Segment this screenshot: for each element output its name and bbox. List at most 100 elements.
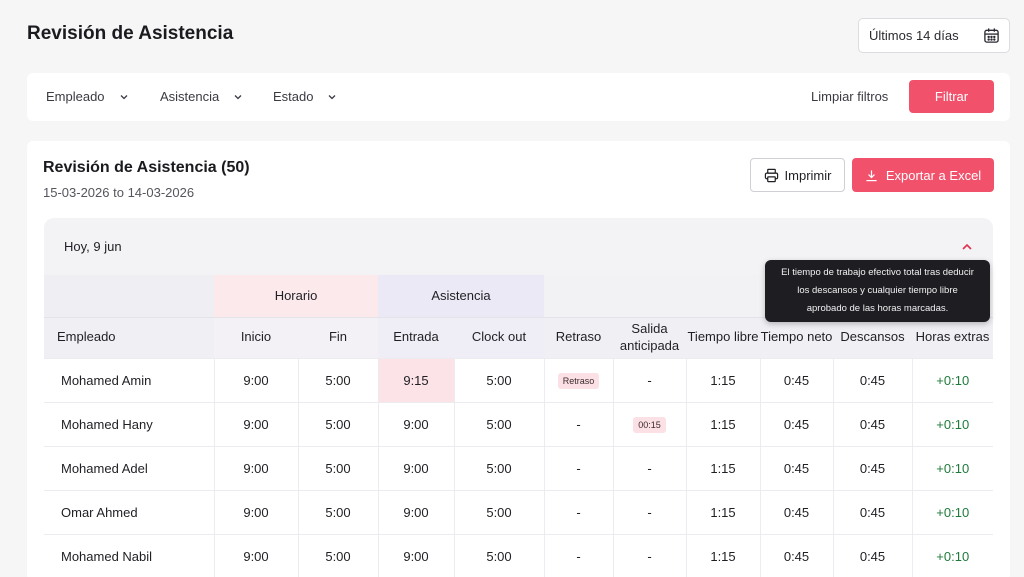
early-leave-cell: - <box>612 489 686 534</box>
column-header-clock-in[interactable]: Entrada <box>378 316 454 358</box>
clock-in-cell: 9:00 <box>377 489 454 534</box>
clock-out-cell: 5:00 <box>453 533 544 577</box>
net-time-cell: 0:45 <box>759 533 833 577</box>
clock-in-cell: 9:00 <box>377 533 454 577</box>
start-cell: 9:00 <box>213 445 298 490</box>
clock-out-cell: 5:00 <box>453 489 544 534</box>
print-button-label: Imprimir <box>784 167 832 183</box>
clock-in-cell: 9:00 <box>377 445 454 490</box>
column-header-late[interactable]: Retraso <box>544 316 613 358</box>
attendance-filter-label: Asistencia <box>160 89 220 104</box>
column-header-breaks[interactable]: Descansos <box>833 316 912 358</box>
net-time-cell: 0:45 <box>759 445 833 490</box>
date-range-subtitle: 15-03-2026 to 14-03-2026 <box>43 185 195 200</box>
clock-in-cell: 9:15 <box>377 357 454 402</box>
late-cell: - <box>543 445 613 490</box>
net-time-tooltip: El tiempo de trabajo efectivo total tras… <box>765 260 990 322</box>
employee-name: Mohamed Hany <box>44 401 214 446</box>
attendance-filter-dropdown[interactable]: Asistencia <box>160 89 243 104</box>
column-header-net-time[interactable]: Tiempo neto <box>760 316 833 358</box>
table-row[interactable]: Mohamed Adel 9:00 5:00 9:00 5:00 - - 1:1… <box>44 445 993 490</box>
breaks-cell: 0:45 <box>832 533 912 577</box>
overtime-cell: +0:10 <box>911 401 993 446</box>
print-button[interactable]: Imprimir <box>750 158 845 192</box>
overtime-cell: +0:10 <box>911 445 993 490</box>
end-cell: 5:00 <box>297 357 378 402</box>
table-row[interactable]: Mohamed Amin 9:00 5:00 9:15 5:00 Retraso… <box>44 357 993 402</box>
column-header-early-leave[interactable]: Salida anticipada <box>613 316 686 358</box>
net-time-cell: 0:45 <box>759 401 833 446</box>
column-header-end[interactable]: Fin <box>298 316 378 358</box>
printer-icon <box>764 168 778 182</box>
table-row[interactable]: Omar Ahmed 9:00 5:00 9:00 5:00 - - 1:15 … <box>44 489 993 534</box>
late-cell: Retraso <box>543 357 613 402</box>
end-cell: 5:00 <box>297 445 378 490</box>
apply-filter-button[interactable]: Filtrar <box>909 80 994 113</box>
status-filter-label: Estado <box>273 89 314 104</box>
breaks-cell: 0:45 <box>832 445 912 490</box>
column-header-overtime[interactable]: Horas extras <box>912 316 993 358</box>
overtime-cell: +0:10 <box>911 533 993 577</box>
clock-out-cell: 5:00 <box>453 357 544 402</box>
table-row[interactable]: Mohamed Nabil 9:00 5:00 9:00 5:00 - - 1:… <box>44 533 993 577</box>
employee-name: Omar Ahmed <box>44 489 214 534</box>
card-title: Revisión de Asistencia (50) <box>43 159 250 176</box>
free-time-cell: 1:15 <box>685 445 760 490</box>
employee-filter-dropdown[interactable]: Empleado <box>46 89 129 104</box>
employee-name: Mohamed Nabil <box>44 533 214 577</box>
export-excel-button[interactable]: Exportar a Excel <box>852 158 994 192</box>
chevron-up-icon[interactable] <box>961 241 973 253</box>
free-time-cell: 1:15 <box>685 489 760 534</box>
free-time-cell: 1:15 <box>685 533 760 577</box>
column-header-start[interactable]: Inicio <box>214 316 298 358</box>
page-title: Revisión de Asistencia <box>27 23 234 44</box>
status-filter-dropdown[interactable]: Estado <box>273 89 337 104</box>
free-time-cell: 1:15 <box>685 357 760 402</box>
employee-filter-label: Empleado <box>46 89 105 104</box>
early-leave-cell: - <box>612 533 686 577</box>
net-time-cell: 0:45 <box>759 489 833 534</box>
end-cell: 5:00 <box>297 489 378 534</box>
chevron-down-icon <box>120 94 128 99</box>
group-header-schedule: Horario <box>214 275 378 317</box>
early-leave-cell: 00:15 <box>612 401 686 446</box>
net-time-cell: 0:45 <box>759 357 833 402</box>
clock-out-cell: 5:00 <box>453 401 544 446</box>
column-header-clock-out[interactable]: Clock out <box>454 316 544 358</box>
filter-bar: Empleado Asistencia Estado Limpiar filtr… <box>27 73 1010 121</box>
table-row[interactable]: Mohamed Hany 9:00 5:00 9:00 5:00 - 00:15… <box>44 401 993 446</box>
column-header-employee[interactable]: Empleado <box>44 316 214 358</box>
chevron-down-icon <box>234 94 242 99</box>
group-header-empty <box>44 275 214 317</box>
column-header-free-time[interactable]: Tiempo libre <box>686 316 760 358</box>
early-leave-badge: 00:15 <box>633 416 666 433</box>
download-icon <box>866 169 877 181</box>
chevron-down-icon <box>329 94 336 99</box>
tooltip-line: El tiempo de trabajo efectivo total tras… <box>781 267 974 278</box>
breaks-cell: 0:45 <box>832 489 912 534</box>
late-cell: - <box>543 489 613 534</box>
end-cell: 5:00 <box>297 533 378 577</box>
breaks-cell: 0:45 <box>832 401 912 446</box>
attendance-review-card: Revisión de Asistencia (50) 15-03-2026 t… <box>27 141 1010 577</box>
start-cell: 9:00 <box>213 401 298 446</box>
date-range-picker[interactable]: Últimos 14 días <box>858 18 1010 53</box>
breaks-cell: 0:45 <box>832 357 912 402</box>
clock-out-cell: 5:00 <box>453 445 544 490</box>
clear-filters-button[interactable]: Limpiar filtros <box>811 89 888 104</box>
start-cell: 9:00 <box>213 489 298 534</box>
day-label: Hoy, 9 jun <box>64 239 122 254</box>
export-button-label: Exportar a Excel <box>885 167 982 183</box>
late-badge: Retraso <box>557 372 600 389</box>
early-leave-cell: - <box>612 357 686 402</box>
start-cell: 9:00 <box>213 357 298 402</box>
clock-in-cell: 9:00 <box>377 401 454 446</box>
late-cell: - <box>543 401 613 446</box>
early-leave-cell: - <box>612 445 686 490</box>
calendar-icon <box>984 28 999 43</box>
start-cell: 9:00 <box>213 533 298 577</box>
late-cell: - <box>543 533 613 577</box>
overtime-cell: +0:10 <box>911 489 993 534</box>
free-time-cell: 1:15 <box>685 401 760 446</box>
tooltip-line: aprobado de las horas marcadas. <box>806 303 949 314</box>
